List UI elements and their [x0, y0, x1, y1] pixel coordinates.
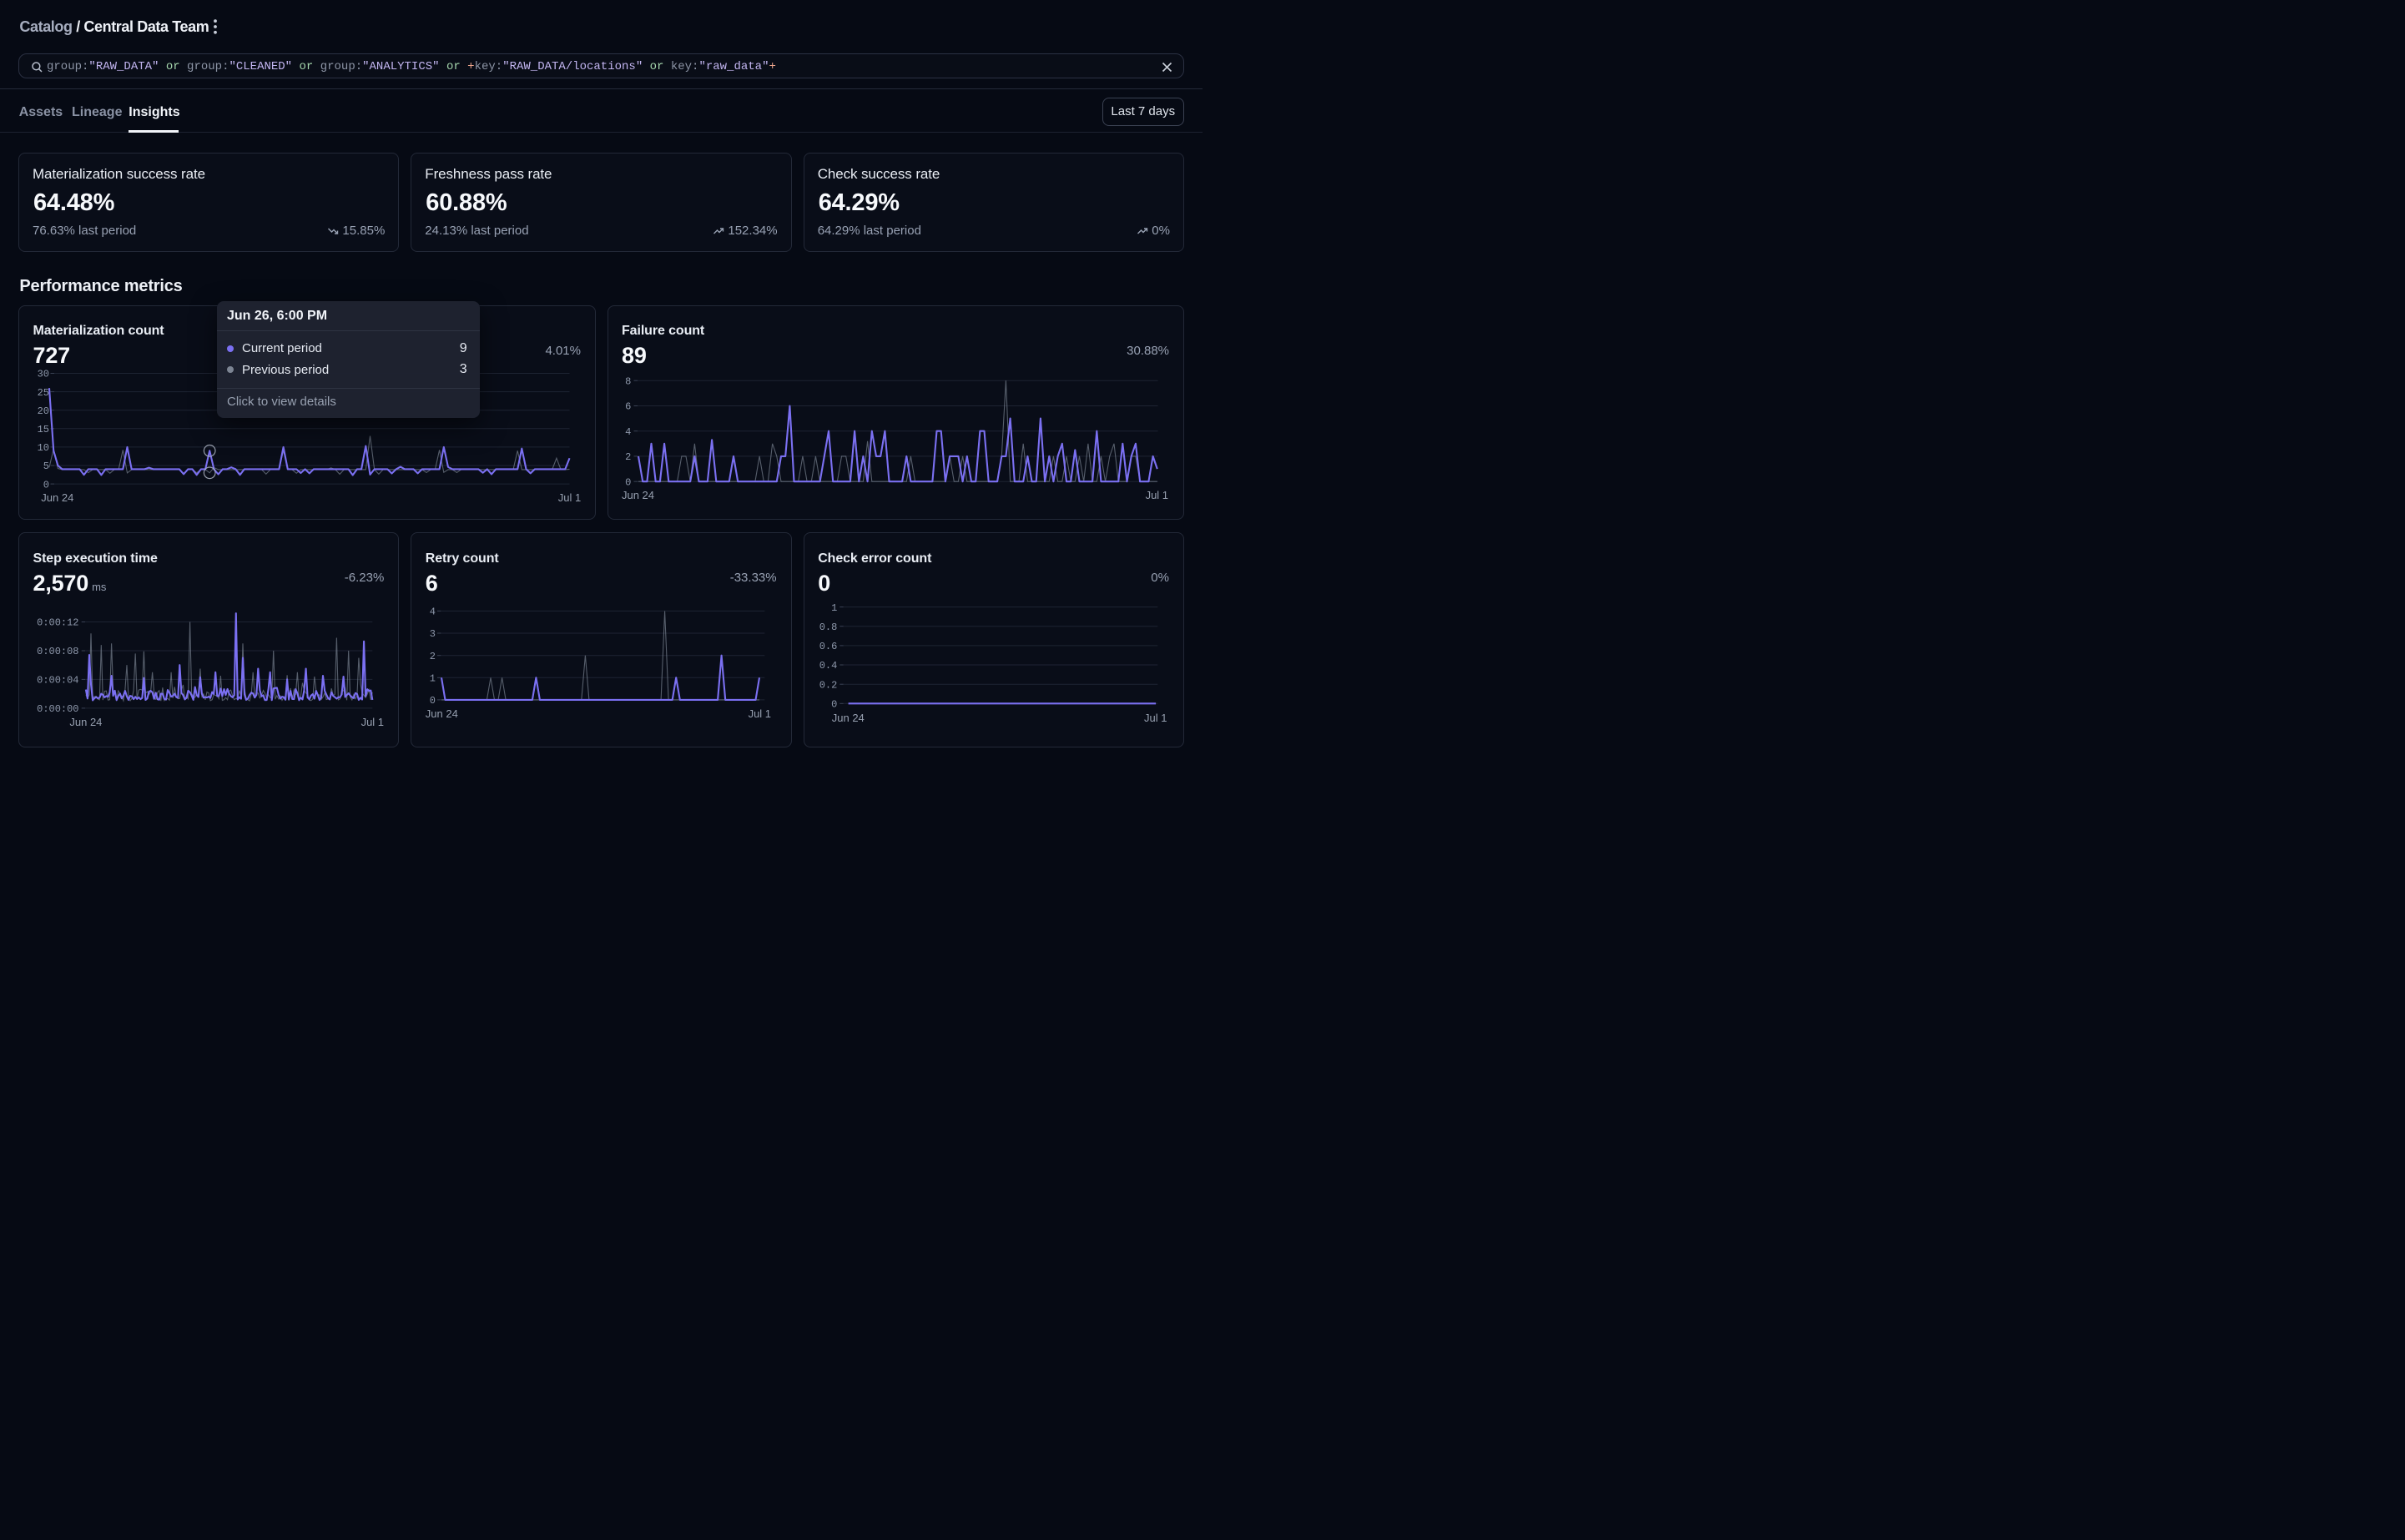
svg-text:0:00:04: 0:00:04	[37, 675, 78, 687]
svg-text:0.8: 0.8	[819, 622, 837, 633]
svg-text:20: 20	[38, 405, 49, 416]
svg-text:2: 2	[625, 451, 631, 463]
svg-text:0: 0	[430, 695, 436, 707]
svg-text:1: 1	[831, 602, 837, 614]
svg-text:1: 1	[430, 673, 436, 685]
svg-text:0:00:08: 0:00:08	[37, 646, 78, 657]
svg-text:0.2: 0.2	[819, 680, 837, 692]
svg-text:0: 0	[831, 699, 837, 711]
svg-text:30: 30	[38, 368, 49, 380]
svg-text:0: 0	[625, 476, 631, 488]
svg-text:10: 10	[38, 442, 49, 454]
svg-text:4: 4	[430, 606, 436, 618]
svg-text:0: 0	[43, 479, 49, 491]
svg-text:0.4: 0.4	[819, 660, 837, 672]
svg-text:2: 2	[430, 651, 436, 662]
svg-text:5: 5	[43, 460, 49, 472]
svg-text:6: 6	[625, 400, 631, 412]
svg-text:0.6: 0.6	[819, 641, 837, 652]
svg-text:4: 4	[625, 425, 631, 437]
svg-text:0:00:00: 0:00:00	[37, 703, 78, 715]
svg-text:0:00:12: 0:00:12	[37, 617, 78, 629]
svg-text:25: 25	[38, 386, 49, 398]
svg-text:3: 3	[430, 628, 436, 640]
svg-text:15: 15	[38, 424, 49, 435]
svg-text:8: 8	[625, 375, 631, 387]
